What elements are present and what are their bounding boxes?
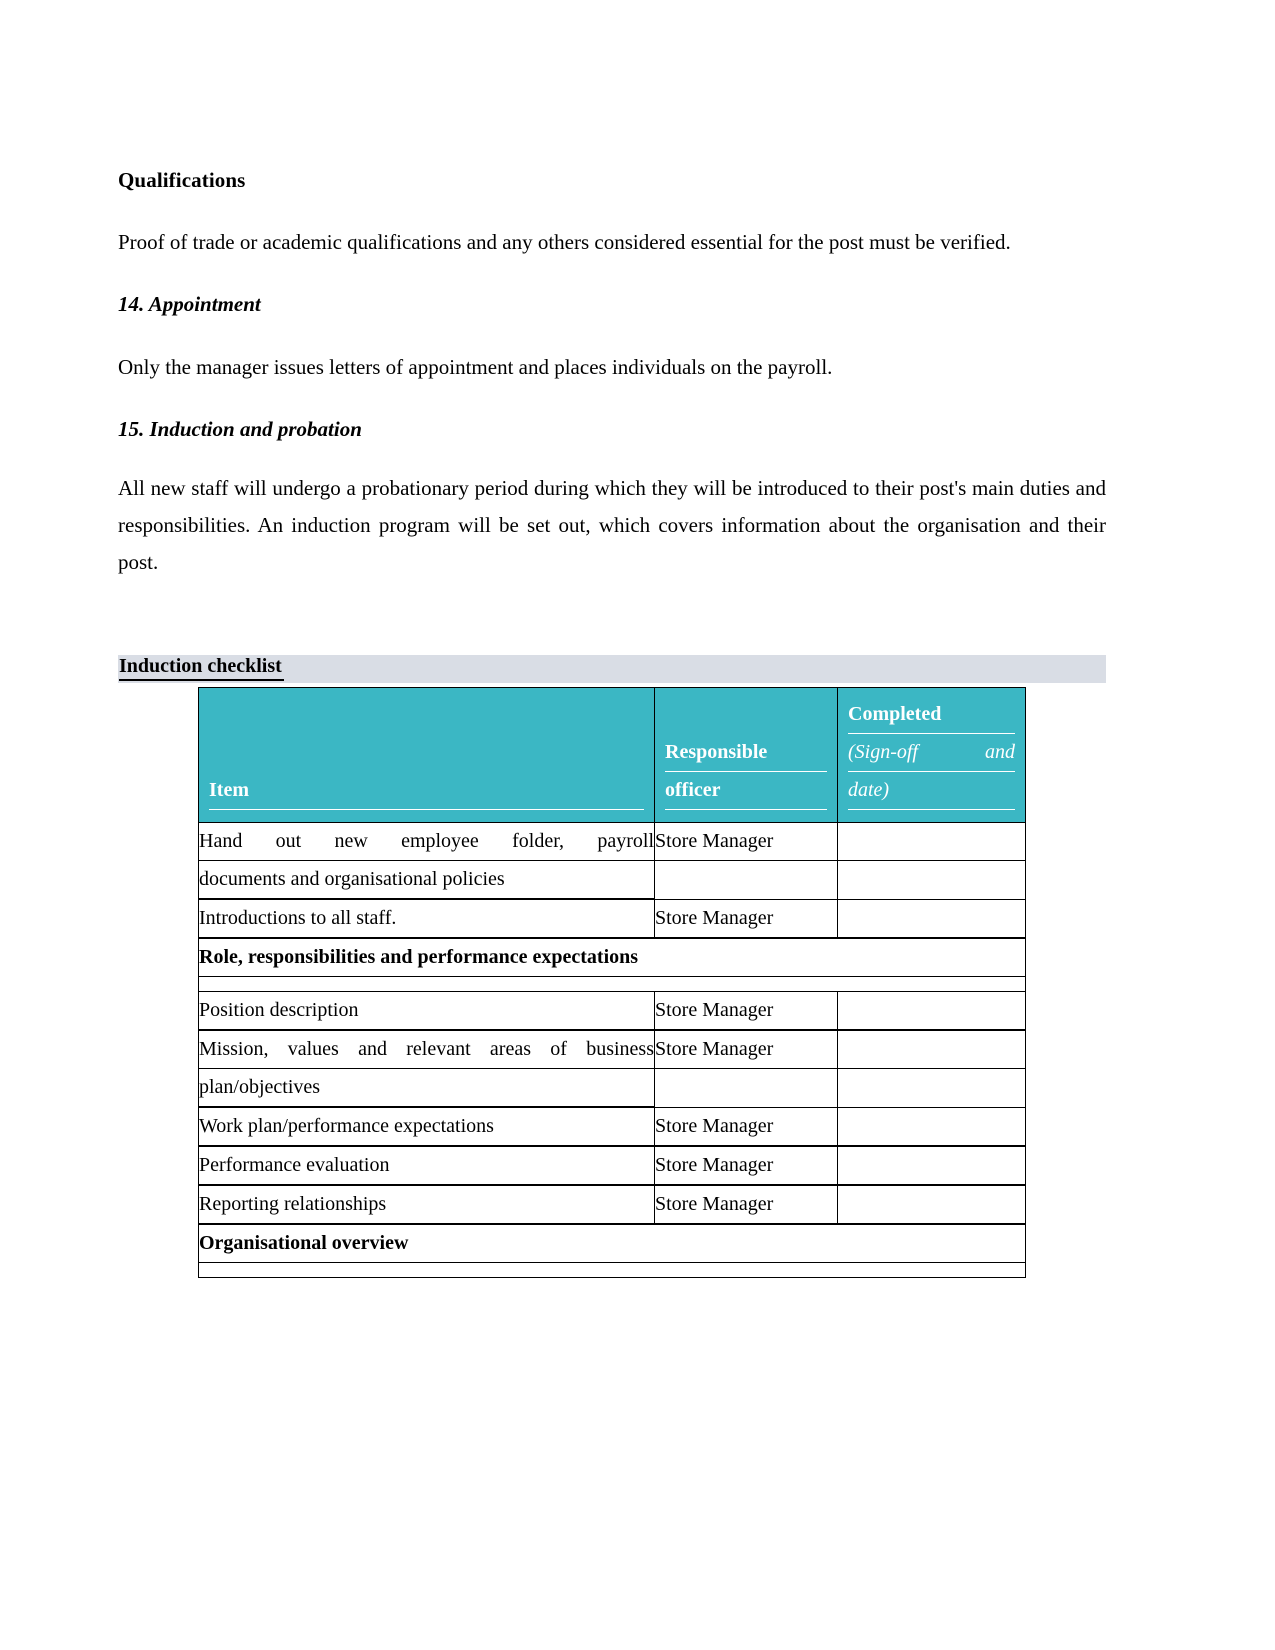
- header-label-completed: Completed: [848, 696, 1015, 734]
- responsible-officer-cell: Store Manager: [654, 899, 838, 939]
- responsible-officer-cell: Store Manager: [654, 1107, 838, 1147]
- header-label-completed-note-line1: (Sign-off and: [848, 734, 1015, 772]
- completed-signoff-cell[interactable]: [837, 1107, 1026, 1147]
- section-heading-label: Induction checklist: [119, 653, 284, 681]
- responsible-officer-value: Store Manager: [655, 1147, 837, 1185]
- table-header-row: Item Responsible officer Completed (Sign…: [198, 687, 1026, 823]
- heading-induction-probation: 15. Induction and probation: [118, 417, 362, 441]
- heading-appointment: 14. Appointment: [118, 292, 261, 316]
- section-row-title: Role, responsibilities and performance e…: [199, 939, 1025, 977]
- item-text-line: Introductions to all staff.: [199, 900, 654, 938]
- completed-signoff-blank[interactable]: [838, 1186, 1025, 1224]
- completed-signoff-blank[interactable]: [838, 1108, 1025, 1146]
- item-text-line: plan/objectives: [199, 1069, 654, 1107]
- document-page: Qualifications Proof of trade or academi…: [0, 0, 1275, 1650]
- item-cell: Performance evaluation: [198, 1146, 655, 1186]
- completed-signoff-cell[interactable]: [837, 1185, 1026, 1225]
- table-row: Mission, values and relevant areas of bu…: [198, 1030, 1026, 1108]
- item-text-line: Performance evaluation: [199, 1147, 654, 1185]
- item-text-line: Position description: [199, 992, 654, 1030]
- completed-signoff-blank[interactable]: [838, 1031, 1025, 1069]
- item-cell: Reporting relationships: [198, 1185, 655, 1225]
- document-body: Qualifications Proof of trade or academi…: [118, 170, 1106, 683]
- table-row: Introductions to all staff. Store Manager: [198, 899, 1026, 939]
- paragraph-qualifications: Proof of trade or academic qualification…: [118, 230, 1011, 254]
- item-text-line: Hand out new employee folder, payroll: [199, 823, 654, 861]
- responsible-officer-cell: Store Manager: [654, 1146, 838, 1186]
- completed-signoff-cell[interactable]: [837, 991, 1026, 1031]
- completed-signoff-blank[interactable]: [838, 900, 1025, 938]
- header-label-responsible-line1: Responsible: [665, 734, 827, 772]
- table-row: Work plan/performance expectations Store …: [198, 1107, 1026, 1147]
- table-section-row: Organisational overview: [198, 1224, 1026, 1278]
- heading-qualifications: Qualifications: [118, 168, 246, 192]
- completed-signoff-blank[interactable]: [838, 992, 1025, 1030]
- header-cell-item: Item: [198, 687, 655, 823]
- responsible-officer-value: Store Manager: [655, 992, 837, 1030]
- item-text-line: Mission, values and relevant areas of bu…: [199, 1031, 654, 1069]
- section-row-title: Organisational overview: [199, 1225, 1025, 1263]
- header-note-and: and: [985, 741, 1015, 763]
- paragraph-induction-probation: All new staff will undergo a probationar…: [118, 476, 1106, 574]
- completed-signoff-blank[interactable]: [838, 1147, 1025, 1185]
- table-row: Position description Store Manager: [198, 991, 1026, 1031]
- table-row: Reporting relationships Store Manager: [198, 1185, 1026, 1225]
- responsible-officer-value: Store Manager: [655, 1031, 837, 1069]
- item-text-line: Work plan/performance expectations: [199, 1108, 654, 1146]
- completed-signoff-cell[interactable]: [837, 1146, 1026, 1186]
- paragraph-appointment: Only the manager issues letters of appoi…: [118, 355, 833, 379]
- header-note-signoff: (Sign-off: [848, 741, 918, 763]
- header-cell-completed: Completed (Sign-off and date): [837, 687, 1026, 823]
- item-cell: Introductions to all staff.: [198, 899, 655, 939]
- completed-signoff-cell[interactable]: [837, 822, 1026, 900]
- responsible-officer-cell: Store Manager: [654, 822, 838, 900]
- section-heading-induction-checklist: Induction checklist: [118, 655, 1106, 683]
- item-cell: Position description: [198, 991, 655, 1031]
- table-section-row: Role, responsibilities and performance e…: [198, 938, 1026, 992]
- header-label-completed-note-line2: date): [848, 772, 1015, 810]
- row-gap: [199, 1263, 1025, 1277]
- responsible-officer-cell: Store Manager: [654, 1185, 838, 1225]
- table-row: Hand out new employee folder, payroll doc…: [198, 822, 1026, 900]
- induction-checklist-table: Item Responsible officer Completed (Sign…: [198, 687, 1026, 1278]
- responsible-officer-value: Store Manager: [655, 900, 837, 938]
- header-label-responsible-line2: officer: [665, 772, 827, 810]
- section-row-cell: Role, responsibilities and performance e…: [198, 938, 1026, 992]
- responsible-officer-value: Store Manager: [655, 823, 837, 861]
- completed-signoff-cell[interactable]: [837, 899, 1026, 939]
- row-gap: [199, 977, 1025, 991]
- completed-signoff-blank[interactable]: [838, 823, 1025, 861]
- header-cell-responsible-officer: Responsible officer: [654, 687, 838, 823]
- table-row: Performance evaluation Store Manager: [198, 1146, 1026, 1186]
- completed-signoff-cell[interactable]: [837, 1030, 1026, 1108]
- header-label-item: Item: [209, 772, 644, 810]
- item-text-line: Reporting relationships: [199, 1186, 654, 1224]
- responsible-officer-value: Store Manager: [655, 1186, 837, 1224]
- induction-checklist-table-wrapper: Item Responsible officer Completed (Sign…: [198, 687, 1026, 1278]
- responsible-officer-value: Store Manager: [655, 1108, 837, 1146]
- item-cell: Work plan/performance expectations: [198, 1107, 655, 1147]
- section-row-cell: Organisational overview: [198, 1224, 1026, 1278]
- responsible-officer-cell: Store Manager: [654, 1030, 838, 1108]
- item-text-line: documents and organisational policies: [199, 861, 654, 899]
- item-cell: Hand out new employee folder, payroll doc…: [198, 822, 655, 900]
- item-cell: Mission, values and relevant areas of bu…: [198, 1030, 655, 1108]
- responsible-officer-cell: Store Manager: [654, 991, 838, 1031]
